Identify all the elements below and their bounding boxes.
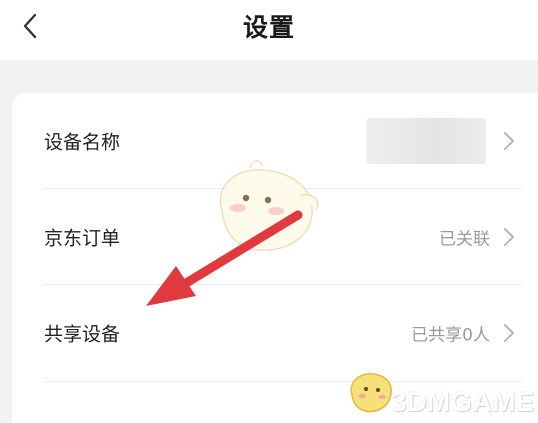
chevron-right-icon — [504, 227, 514, 246]
device-name-value-redacted — [366, 117, 486, 164]
settings-row-shared-devices[interactable]: 共享设备 已共享0人 — [12, 285, 538, 380]
row-label: 京东订单 — [44, 227, 121, 249]
row-value: 已关联 — [439, 229, 490, 249]
chevron-right-icon — [504, 323, 514, 342]
settings-card: 设备名称 京东订单 已关联 共享设备 已共享0人 — [12, 93, 538, 423]
chevron-right-icon — [504, 131, 514, 150]
top-bar: 设置 — [0, 0, 538, 60]
settings-row-jd-orders[interactable]: 京东订单 已关联 — [12, 189, 538, 284]
settings-row-device-name[interactable]: 设备名称 — [12, 93, 538, 188]
divider — [44, 381, 522, 382]
row-value: 已共享0人 — [411, 325, 490, 345]
row-label: 设备名称 — [44, 131, 121, 153]
watermark-text: 3DMGAME — [391, 386, 535, 417]
row-label: 共享设备 — [44, 323, 121, 345]
page-title: 设置 — [242, 13, 295, 42]
